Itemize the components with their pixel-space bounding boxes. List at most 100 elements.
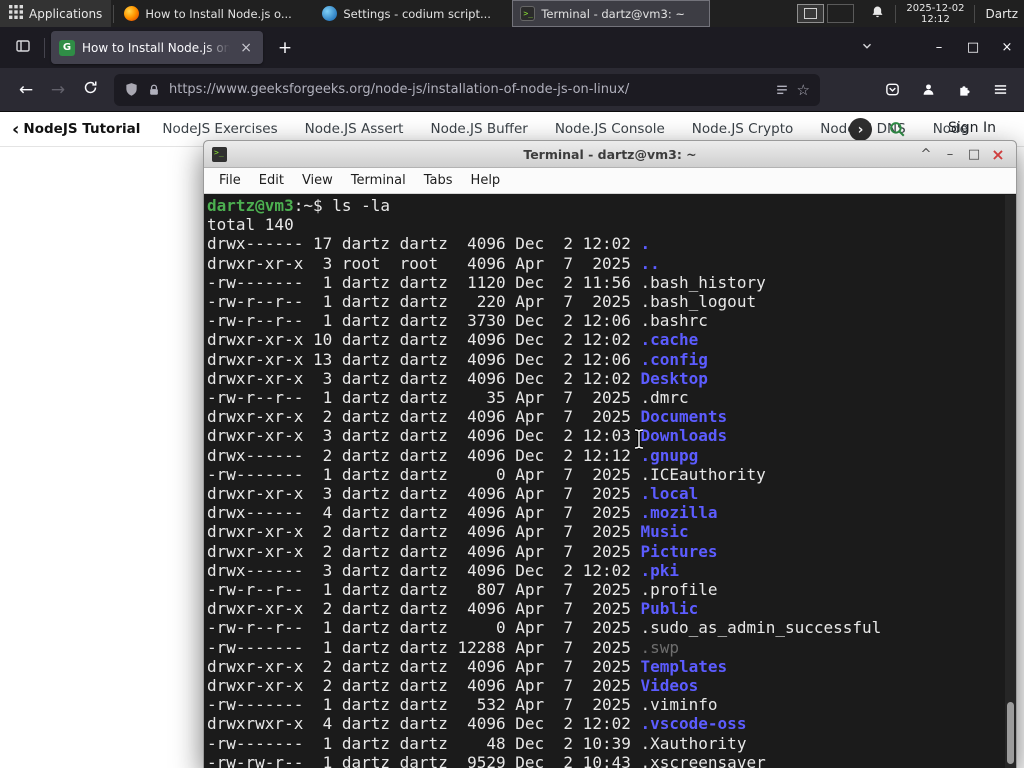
close-button[interactable]: × — [988, 145, 1008, 164]
site-nav-link-node-js-assert[interactable]: Node.JS Assert — [305, 121, 404, 137]
terminal-menu-help[interactable]: Help — [462, 173, 510, 188]
applications-menu-button[interactable]: Applications — [0, 0, 112, 27]
file-name: .bash_logout — [640, 292, 757, 312]
terminal-menu-edit[interactable]: Edit — [250, 173, 293, 188]
terminal-listing-row: drwxr-xr-x 2 dartz dartz 4096 Apr 7 2025… — [207, 407, 1004, 426]
firefox-view-button[interactable] — [8, 34, 38, 62]
terminal-listing-row: drwxr-xr-x 10 dartz dartz 4096 Dec 2 12:… — [207, 330, 1004, 349]
terminal-total-line: total 140 — [207, 215, 294, 235]
clock[interactable]: 2025-12-02 12:12 — [898, 3, 972, 25]
terminal-menu-view[interactable]: View — [293, 173, 342, 188]
scrollbar-thumb[interactable] — [1007, 702, 1014, 764]
list-all-tabs-button[interactable] — [852, 34, 882, 62]
file-attributes: -rw-rw-r-- 1 dartz dartz 9529 Dec 2 10:4… — [207, 752, 641, 768]
minimize-button[interactable]: – — [922, 34, 956, 62]
firefox-view-icon — [15, 38, 31, 58]
pocket-icon[interactable] — [874, 75, 910, 105]
file-name: Documents — [640, 407, 728, 427]
file-name: .dmrc — [640, 388, 689, 408]
window-task-list: How to Install Node.js o... Settings - co… — [116, 0, 711, 27]
terminal-output: dartz@vm3:~$ ls -la total 140 drwx------ 1… — [207, 196, 1004, 768]
panel-separator — [113, 4, 115, 23]
close-button[interactable]: × — [990, 34, 1024, 62]
nav-back-chevron-icon[interactable]: ‹ — [0, 119, 23, 140]
top-panel: Applications How to Install Node.js o...… — [0, 0, 1024, 27]
search-icon[interactable] — [888, 120, 906, 142]
tracking-shield-icon[interactable] — [124, 82, 139, 97]
file-attributes: drwxr-xr-x 2 dartz dartz 4096 Apr 7 2025 — [207, 656, 641, 676]
prompt-user-host: dartz@vm3 — [207, 196, 294, 215]
file-attributes: drwx------ 3 dartz dartz 4096 Dec 2 12:0… — [207, 560, 641, 580]
url-bar[interactable]: https://www.geeksforgeeks.org/node-js/in… — [114, 73, 820, 106]
file-name: .Xauthority — [640, 733, 747, 753]
terminal-listing-row: -rw-r--r-- 1 dartz dartz 3730 Dec 2 12:0… — [207, 311, 1004, 330]
workspace-1[interactable] — [797, 4, 825, 23]
terminal-listing-row: drwxrwxr-x 4 dartz dartz 4096 Dec 2 12:0… — [207, 714, 1004, 733]
terminal-menu-file[interactable]: File — [210, 173, 250, 188]
workspace-2[interactable] — [827, 4, 855, 23]
file-name: .viminfo — [640, 695, 718, 715]
site-nav-link-node-js-console[interactable]: Node.JS Console — [555, 121, 665, 137]
file-name: .xscreensaver — [640, 752, 766, 768]
terminal-titlebar[interactable]: Terminal - dartz@vm3: ~ ^ – □ × — [204, 141, 1016, 168]
browser-tab-active[interactable]: G How to Install Node.js on × — [51, 31, 263, 64]
panel-status-area: 2025-12-02 12:12 Dartz — [862, 0, 1024, 27]
terminal-listing-row: drwxr-xr-x 3 root root 4096 Apr 7 2025 .… — [207, 254, 1004, 273]
file-attributes: -rw------- 1 dartz dartz 48 Dec 2 10:39 — [207, 733, 641, 753]
file-name: Videos — [640, 676, 699, 696]
shade-button[interactable]: ^ — [916, 145, 936, 163]
site-nav-link-node-js-buffer[interactable]: Node.JS Buffer — [430, 121, 527, 137]
terminal-listing-row: drwxr-xr-x 2 dartz dartz 4096 Apr 7 2025… — [207, 522, 1004, 541]
minimize-button[interactable]: – — [940, 145, 960, 163]
file-name: .. — [640, 253, 660, 273]
file-attributes: -rw-r--r-- 1 dartz dartz 35 Apr 7 2025 — [207, 388, 641, 408]
workspace-window-thumb — [804, 8, 818, 19]
nav-forward-button[interactable]: › — [849, 118, 872, 141]
terminal-listing-row: -rw-r--r-- 1 dartz dartz 35 Apr 7 2025 .… — [207, 388, 1004, 407]
account-icon[interactable] — [910, 75, 946, 105]
terminal-listing-row: drwxr-xr-x 3 dartz dartz 4096 Dec 2 12:0… — [207, 426, 1004, 445]
reload-icon — [83, 80, 98, 100]
terminal-menu-tabs[interactable]: Tabs — [415, 173, 462, 188]
file-attributes: -rw-r--r-- 1 dartz dartz 0 Apr 7 2025 — [207, 618, 641, 638]
reader-mode-icon[interactable] — [775, 83, 789, 97]
reload-button[interactable] — [74, 75, 106, 105]
menu-hamburger-icon[interactable] — [982, 75, 1018, 105]
terminal-listing-row: -rw-r--r-- 1 dartz dartz 0 Apr 7 2025 .s… — [207, 618, 1004, 637]
file-attributes: -rw-r--r-- 1 dartz dartz 220 Apr 7 2025 — [207, 292, 641, 312]
lock-icon[interactable] — [147, 83, 161, 97]
terminal-listing-row: -rw------- 1 dartz dartz 0 Apr 7 2025 .I… — [207, 465, 1004, 484]
new-tab-button[interactable]: + — [271, 34, 299, 62]
url-text[interactable]: https://www.geeksforgeeks.org/node-js/in… — [169, 82, 767, 97]
file-name: .config — [640, 349, 708, 369]
desktop: Applications How to Install Node.js o...… — [0, 0, 1024, 768]
back-button[interactable]: ← — [10, 75, 42, 105]
panel-separator — [974, 4, 976, 23]
bookmark-star-icon[interactable]: ☆ — [797, 81, 810, 99]
browser-nav-toolbar: ← → https://www.geeksforgeeks.org/node-j… — [0, 68, 1024, 112]
terminal-menu-terminal[interactable]: Terminal — [342, 173, 415, 188]
maximize-button[interactable]: □ — [964, 145, 984, 163]
extensions-icon[interactable] — [946, 75, 982, 105]
tab-close-icon[interactable]: × — [237, 40, 255, 56]
taskbar-button-settings[interactable]: Settings - codium script... — [314, 0, 512, 27]
forward-button[interactable]: → — [42, 75, 74, 105]
user-menu-button[interactable]: Dartz — [977, 0, 1024, 27]
file-attributes: drwxr-xr-x 13 dartz dartz 4096 Dec 2 12:… — [207, 349, 641, 369]
site-nav-link-node-js-crypto[interactable]: Node.JS Crypto — [692, 121, 793, 137]
taskbar-button-terminal[interactable]: Terminal - dartz@vm3: ~ — [512, 0, 711, 27]
file-name: .profile — [640, 580, 718, 600]
terminal-scrollbar[interactable] — [1005, 195, 1016, 768]
terminal-listing-row: -rw------- 1 dartz dartz 532 Apr 7 2025 … — [207, 695, 1004, 714]
file-name: .swp — [640, 637, 680, 657]
terminal-content[interactable]: dartz@vm3:~$ ls -la total 140 drwx------ 1… — [204, 195, 1016, 768]
taskbar-button-firefox[interactable]: How to Install Node.js o... — [116, 0, 314, 27]
sign-in-button[interactable]: Sign In — [948, 120, 996, 136]
file-attributes: drwx------ 4 dartz dartz 4096 Apr 7 2025 — [207, 503, 641, 523]
notifications-button[interactable] — [862, 0, 893, 27]
terminal-listing-row: drwxr-xr-x 2 dartz dartz 4096 Apr 7 2025… — [207, 599, 1004, 618]
maximize-button[interactable]: □ — [956, 34, 990, 62]
file-name: Pictures — [640, 541, 718, 561]
site-nav-link-nodejs-tutorial[interactable]: NodeJS Tutorial — [23, 121, 140, 137]
site-nav-link-nodejs-exercises[interactable]: NodeJS Exercises — [162, 121, 277, 137]
